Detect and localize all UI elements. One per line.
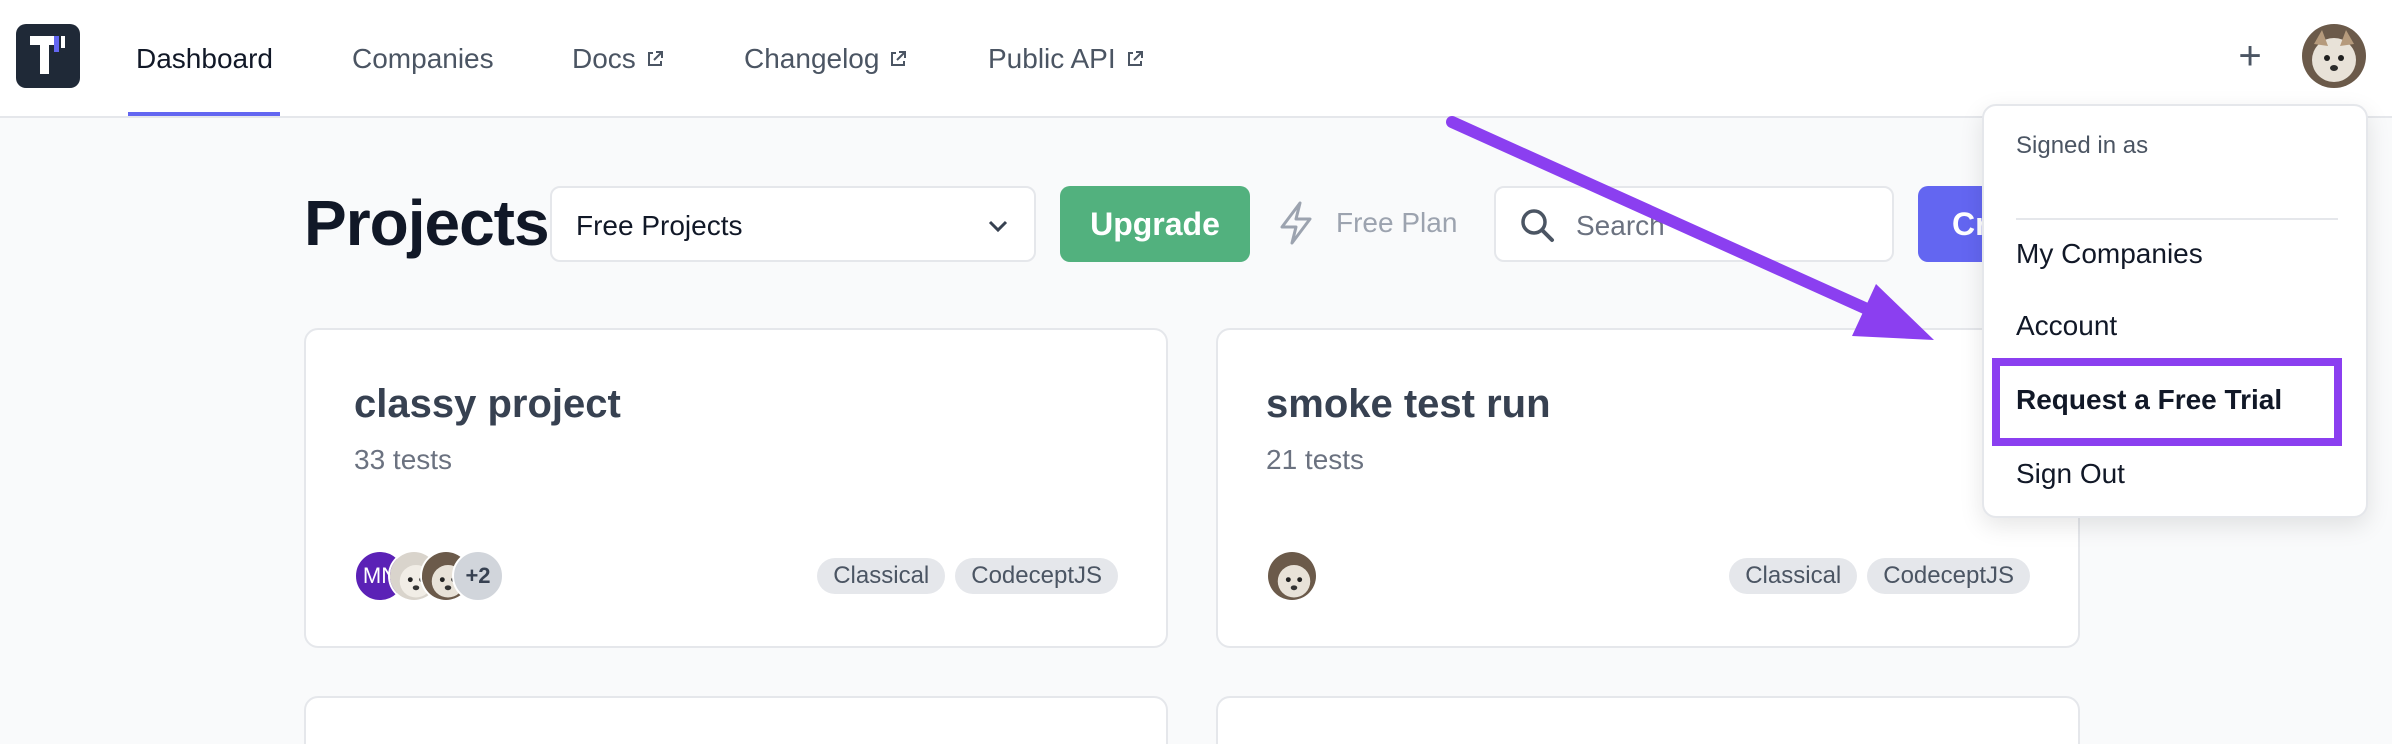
- nav-docs-label: Docs: [572, 43, 636, 74]
- nav-dashboard[interactable]: Dashboard: [136, 0, 273, 118]
- search-placeholder: Search: [1576, 210, 1665, 241]
- nav-companies[interactable]: Companies: [352, 0, 494, 118]
- lightning-icon: [1276, 201, 1316, 245]
- menu-item-account[interactable]: Account: [2016, 310, 2117, 342]
- upgrade-button[interactable]: Upgrade: [1060, 186, 1250, 262]
- add-button[interactable]: +: [2232, 34, 2268, 78]
- nav-dashboard-label: Dashboard: [136, 43, 273, 74]
- external-link-icon: [889, 50, 907, 68]
- dog-avatar-icon: [1268, 552, 1316, 600]
- project-tags: Classical CodeceptJS: [1729, 558, 2030, 594]
- search-input[interactable]: Search: [1494, 186, 1894, 262]
- menu-divider: [2016, 218, 2338, 220]
- project-name: smoke test run: [1266, 382, 1551, 426]
- tag: Classical: [817, 558, 946, 594]
- search-icon: [1518, 206, 1558, 251]
- dog-avatar-icon: [2302, 24, 2366, 88]
- project-filter-select[interactable]: Free Projects: [550, 186, 1036, 262]
- more-members-badge: +2: [452, 550, 504, 602]
- plus-icon: +: [2238, 34, 2262, 78]
- external-link-icon: [646, 50, 664, 68]
- member-avatar: [1266, 550, 1318, 602]
- project-card[interactable]: [304, 696, 1168, 744]
- project-filter-value: Free Projects: [576, 210, 743, 241]
- project-test-count: 21 tests: [1266, 444, 1365, 475]
- user-avatar-button[interactable]: [2302, 24, 2366, 88]
- page-title: Projects: [304, 187, 550, 259]
- menu-item-sign-out[interactable]: Sign Out: [2016, 458, 2125, 490]
- project-test-count: 33 tests: [354, 444, 453, 475]
- plan-label: Free Plan: [1336, 207, 1458, 238]
- project-card[interactable]: classy project 33 tests MN +2 Classical …: [304, 328, 1168, 648]
- annotation-highlight-box: [1992, 358, 2342, 446]
- nav-public-api-label: Public API: [988, 43, 1116, 74]
- menu-item-my-companies[interactable]: My Companies: [2016, 238, 2203, 270]
- top-navigation: Dashboard Companies Docs Changelog Publi…: [0, 0, 2392, 118]
- user-menu-dropdown: Signed in as My Companies Account Reques…: [1982, 104, 2368, 518]
- tag: CodeceptJS: [955, 558, 1118, 594]
- signed-in-label: Signed in as: [2016, 132, 2149, 159]
- app-logo[interactable]: [16, 24, 80, 88]
- nav-changelog[interactable]: Changelog: [744, 0, 907, 118]
- plan-indicator: Free Plan: [1276, 198, 1457, 248]
- project-card[interactable]: smoke test run 21 tests Classical Codece…: [1216, 328, 2080, 648]
- nav-docs[interactable]: Docs: [572, 0, 664, 118]
- nav-public-api[interactable]: Public API: [988, 0, 1144, 118]
- tag: CodeceptJS: [1867, 558, 2030, 594]
- active-tab-indicator: [128, 112, 280, 116]
- chevron-down-icon: [984, 212, 1012, 245]
- external-link-icon: [1126, 50, 1144, 68]
- nav-changelog-label: Changelog: [744, 43, 880, 74]
- logo-icon: [30, 36, 65, 74]
- project-name: classy project: [354, 382, 621, 426]
- nav-companies-label: Companies: [352, 43, 494, 74]
- tag: Classical: [1729, 558, 1858, 594]
- project-tags: Classical CodeceptJS: [817, 558, 1118, 594]
- project-card[interactable]: [1216, 696, 2080, 744]
